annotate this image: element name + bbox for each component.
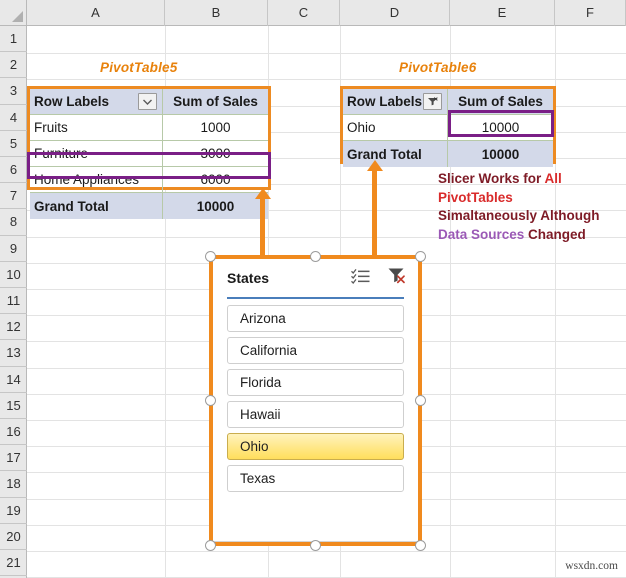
column-header-e[interactable]: E xyxy=(450,0,555,26)
pivottable5-total-value[interactable]: 10000 xyxy=(163,193,268,219)
clear-filter-icon[interactable] xyxy=(387,267,406,289)
pivottable5-total-label[interactable]: Grand Total xyxy=(30,193,163,219)
row-header-13[interactable]: 13 xyxy=(0,340,27,367)
resize-handle-top-left[interactable] xyxy=(205,251,216,262)
arrow-head-to-pivottable6 xyxy=(366,160,383,171)
column-header-c[interactable]: C xyxy=(268,0,340,26)
row-header-10[interactable]: 10 xyxy=(0,262,27,288)
slicer-item-texas[interactable]: Texas xyxy=(227,465,404,492)
select-all-triangle-icon xyxy=(12,11,23,22)
pivottable5-row-labels-header[interactable]: Row Labels xyxy=(30,89,163,115)
column-header-f[interactable]: F xyxy=(555,0,626,26)
pivottable6-header-row: Row Labels Sum of Sales xyxy=(343,89,553,115)
row-header-strip: 1 2 3 4 5 6 7 8 9 10 11 12 13 14 15 16 17 18 19 20 21 xyxy=(0,26,27,578)
slicer-title: States xyxy=(227,270,270,286)
pivottable6-row-labels-text: Row Labels xyxy=(347,94,423,109)
pivottable6-total-label[interactable]: Grand Total xyxy=(343,141,448,167)
column-header-b[interactable]: B xyxy=(165,0,268,26)
pivottable5-total-row[interactable]: Grand Total 10000 xyxy=(30,193,268,219)
slicer-states[interactable]: States Arizona California Florida Hawaii… xyxy=(212,258,419,542)
resize-handle-top-right[interactable] xyxy=(415,251,426,262)
slicer-header-divider xyxy=(227,297,404,299)
spreadsheet-grid: ABCDEF 1 2 3 4 5 6 7 8 9 10 11 12 13 14 15 16 17 18 19 20 21… xyxy=(0,0,626,578)
pivottable6-row-labels-header[interactable]: Row Labels xyxy=(343,89,448,115)
row-header-21[interactable]: 21 xyxy=(0,550,27,577)
slicer-header: States xyxy=(213,259,418,297)
row-header-2[interactable]: 2 xyxy=(0,52,27,79)
select-all-corner[interactable] xyxy=(0,0,27,26)
row-header-7[interactable]: 7 xyxy=(0,183,27,210)
gridline-horizontal xyxy=(27,551,626,552)
pivottable6-row[interactable]: Ohio 10000 xyxy=(343,115,553,141)
resize-handle-middle-left[interactable] xyxy=(205,395,216,406)
pivottable5-row-value[interactable]: 1000 xyxy=(163,115,268,141)
row-header-6[interactable]: 6 xyxy=(0,157,27,184)
arrow-head-to-pivottable5 xyxy=(254,188,271,199)
annotation-text: Slicer Works for All PivotTables Simalta… xyxy=(438,170,626,244)
resize-handle-bottom-center[interactable] xyxy=(310,540,321,551)
watermark: wsxdn.com xyxy=(565,560,618,572)
row-header-15[interactable]: 15 xyxy=(0,393,27,419)
row-header-5[interactable]: 5 xyxy=(0,131,27,157)
annotation-line1-part2: All xyxy=(544,171,562,186)
column-header-strip: ABCDEF xyxy=(0,0,626,26)
row-header-20[interactable]: 20 xyxy=(0,524,27,550)
row-header-14[interactable]: 14 xyxy=(0,367,27,393)
pivottable5-header-row: Row Labels Sum of Sales xyxy=(30,89,268,115)
column-header-a[interactable]: A xyxy=(27,0,165,26)
gridline-horizontal xyxy=(27,79,626,81)
annotation-line2: PivotTables xyxy=(438,189,513,205)
pivottable6-row-label[interactable]: Ohio xyxy=(343,115,448,141)
resize-handle-middle-right[interactable] xyxy=(415,395,426,406)
pivottable6-row-value[interactable]: 10000 xyxy=(448,115,553,141)
pivottable5-row[interactable]: Furniture 3000 xyxy=(30,141,268,167)
pivottable5-row-value[interactable]: 3000 xyxy=(163,141,268,167)
filter-applied-icon[interactable] xyxy=(423,93,442,110)
slicer-item-ohio[interactable]: Ohio xyxy=(227,433,404,460)
pivottable5-row-value[interactable]: 6000 xyxy=(163,167,268,193)
slicer-item-arizona[interactable]: Arizona xyxy=(227,305,404,332)
pivottable5-row-label[interactable]: Furniture xyxy=(30,141,163,167)
annotation-line1-part1: Slicer Works for xyxy=(438,171,545,186)
pivottable5-value-header[interactable]: Sum of Sales xyxy=(163,89,268,115)
resize-handle-top-center[interactable] xyxy=(310,251,321,262)
row-header-4[interactable]: 4 xyxy=(0,105,27,131)
row-header-1[interactable]: 1 xyxy=(0,26,27,53)
resize-handle-bottom-right[interactable] xyxy=(415,540,426,551)
slicer-item-florida[interactable]: Florida xyxy=(227,369,404,396)
row-header-9[interactable]: 9 xyxy=(0,236,27,262)
row-header-11[interactable]: 11 xyxy=(0,288,27,315)
row-header-16[interactable]: 16 xyxy=(0,419,27,446)
row-header-3[interactable]: 3 xyxy=(0,78,27,105)
slicer-item-hawaii[interactable]: Hawaii xyxy=(227,401,404,428)
pivottable5-title: PivotTable5 xyxy=(100,60,178,75)
slicer-item-california[interactable]: California xyxy=(227,337,404,364)
pivottable5-row[interactable]: Home Appliances 6000 xyxy=(30,167,268,193)
column-header-d[interactable]: D xyxy=(340,0,450,26)
row-header-17[interactable]: 17 xyxy=(0,445,27,472)
annotation-line4-part1: Data Sources xyxy=(438,226,529,242)
pivottable6-value-header[interactable]: Sum of Sales xyxy=(448,89,553,115)
pivottable5[interactable]: Row Labels Sum of Sales Fruits 1000 Furn… xyxy=(27,86,271,219)
row-header-19[interactable]: 19 xyxy=(0,498,27,524)
annotation-line3: Simaltaneously Although xyxy=(438,208,600,223)
annotation-line4-part2: Changed xyxy=(528,226,586,242)
pivottable5-row-labels-text: Row Labels xyxy=(34,94,110,109)
row-header-8[interactable]: 8 xyxy=(0,209,27,236)
arrow-shaft-to-pivottable5 xyxy=(260,198,265,256)
pivottable6-title: PivotTable6 xyxy=(399,60,477,75)
pivottable5-row[interactable]: Fruits 1000 xyxy=(30,115,268,141)
pivottable5-row-label[interactable]: Fruits xyxy=(30,115,163,141)
arrow-shaft-to-pivottable6 xyxy=(372,170,377,256)
slicer-item-list: Arizona California Florida Hawaii Ohio Texas xyxy=(227,305,404,497)
row-header-12[interactable]: 12 xyxy=(0,314,27,341)
resize-handle-bottom-left[interactable] xyxy=(205,540,216,551)
row-header-18[interactable]: 18 xyxy=(0,471,27,498)
multi-select-icon[interactable] xyxy=(351,268,370,289)
pivottable6[interactable]: Row Labels Sum of Sales Ohio 10000 Grand… xyxy=(340,86,556,167)
gridline-horizontal xyxy=(27,53,626,55)
pivottable5-row-label[interactable]: Home Appliances xyxy=(30,167,163,193)
filter-dropdown-icon[interactable] xyxy=(138,93,157,110)
pivottable6-total-value[interactable]: 10000 xyxy=(448,141,553,167)
